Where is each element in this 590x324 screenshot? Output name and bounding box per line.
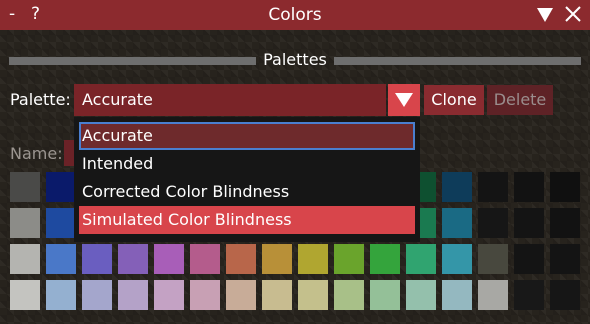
triangle-down-icon[interactable] — [536, 6, 554, 24]
color-swatch[interactable] — [550, 172, 580, 202]
separator-left — [9, 57, 256, 65]
color-swatch[interactable] — [226, 280, 256, 310]
color-swatch[interactable] — [514, 172, 544, 202]
color-swatch[interactable] — [478, 244, 508, 274]
color-swatch[interactable] — [514, 280, 544, 310]
window-title: Colors — [268, 5, 322, 25]
color-swatch[interactable] — [118, 244, 148, 274]
color-swatch[interactable] — [190, 244, 220, 274]
color-swatch[interactable] — [154, 244, 184, 274]
name-label: Name: — [10, 144, 63, 163]
palette-label: Palette: — [10, 90, 71, 109]
color-swatch[interactable] — [514, 244, 544, 274]
color-swatch[interactable] — [10, 208, 40, 238]
color-swatch[interactable] — [370, 280, 400, 310]
color-swatch[interactable] — [478, 280, 508, 310]
color-swatch[interactable] — [262, 244, 292, 274]
palette-dropdown-list: Accurate Intended Corrected Color Blindn… — [74, 117, 420, 242]
dropdown-option-intended[interactable]: Intended — [79, 150, 415, 178]
color-swatch[interactable] — [10, 172, 40, 202]
color-swatch[interactable] — [82, 280, 112, 310]
color-swatch[interactable] — [478, 172, 508, 202]
color-swatch[interactable] — [118, 280, 148, 310]
separator-right — [334, 57, 581, 65]
color-swatch[interactable] — [298, 280, 328, 310]
title-bar: - ? Colors — [0, 0, 590, 30]
dropdown-option-corrected-color-blindness[interactable]: Corrected Color Blindness — [79, 178, 415, 206]
color-swatch[interactable] — [46, 172, 76, 202]
color-swatch[interactable] — [550, 208, 580, 238]
color-swatch[interactable] — [442, 208, 472, 238]
color-swatch[interactable] — [154, 280, 184, 310]
color-swatch[interactable] — [406, 244, 436, 274]
color-swatch[interactable] — [46, 208, 76, 238]
color-swatch[interactable] — [442, 280, 472, 310]
color-swatch[interactable] — [550, 280, 580, 310]
delete-button[interactable]: Delete — [487, 85, 553, 115]
palette-combo-value: Accurate — [82, 90, 153, 109]
color-swatch[interactable] — [262, 280, 292, 310]
color-swatch[interactable] — [478, 208, 508, 238]
color-swatch[interactable] — [334, 280, 364, 310]
color-swatch[interactable] — [442, 172, 472, 202]
color-swatch[interactable] — [406, 280, 436, 310]
color-swatch[interactable] — [10, 280, 40, 310]
color-swatch[interactable] — [298, 244, 328, 274]
color-swatch[interactable] — [82, 244, 112, 274]
color-swatch[interactable] — [190, 280, 220, 310]
dropdown-option-accurate[interactable]: Accurate — [79, 122, 415, 150]
color-swatch[interactable] — [442, 244, 472, 274]
palettes-section-label: Palettes — [263, 50, 327, 69]
triangle-down-icon — [395, 93, 413, 107]
color-swatch[interactable] — [514, 208, 544, 238]
palette-combo[interactable]: Accurate — [74, 84, 386, 116]
clone-button[interactable]: Clone — [424, 85, 484, 115]
color-swatch[interactable] — [10, 244, 40, 274]
dropdown-option-simulated-color-blindness[interactable]: Simulated Color Blindness — [79, 206, 415, 234]
color-swatch[interactable] — [370, 244, 400, 274]
color-swatch[interactable] — [46, 244, 76, 274]
color-swatch[interactable] — [334, 244, 364, 274]
palette-combo-arrow-button[interactable] — [388, 84, 420, 116]
close-icon[interactable] — [564, 5, 582, 23]
color-swatch[interactable] — [226, 244, 256, 274]
color-swatch[interactable] — [550, 244, 580, 274]
color-swatch[interactable] — [46, 280, 76, 310]
